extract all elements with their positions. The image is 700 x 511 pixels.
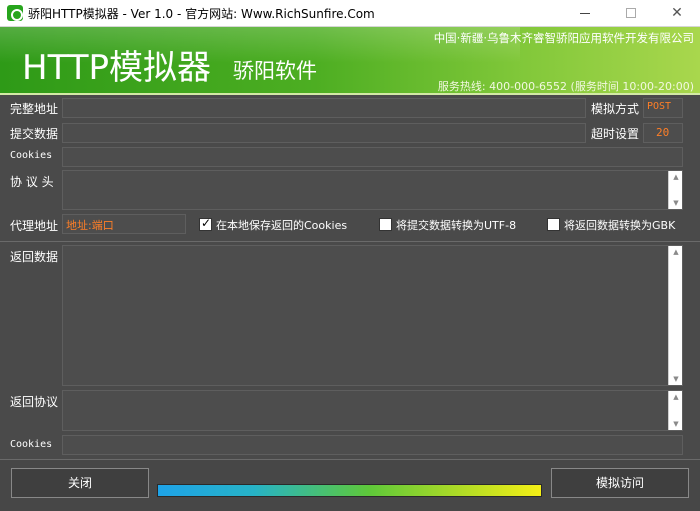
gbk-label[interactable]: 将返回数据转换为GBK [564,217,675,233]
cookies-input[interactable] [62,147,683,167]
banner-subtitle: 骄阳软件 [233,59,317,83]
headers-textarea[interactable] [62,170,683,210]
simulate-request-button[interactable]: 模拟访问 [551,468,689,498]
save-cookies-checkbox[interactable] [199,216,212,231]
response-cookies-label: Cookies [10,439,53,450]
scroll-up-icon[interactable]: ▲ [669,391,683,403]
response-cookies-input[interactable] [62,435,683,455]
response-headers-label: 返回协议 [10,395,59,409]
proxy-label: 代理地址 [10,219,59,233]
response-label: 返回数据 [10,250,59,264]
headers-scrollbar[interactable]: ▲ ▼ [668,171,682,209]
url-input[interactable] [62,98,586,118]
method-select[interactable]: POST [643,98,683,118]
app-icon [7,5,23,21]
utf8-checkbox[interactable] [379,218,392,231]
scroll-up-icon[interactable]: ▲ [669,246,683,258]
close-icon: ✕ [671,5,683,21]
close-button[interactable]: 关闭 [11,468,149,498]
response-headers-textarea[interactable] [62,390,683,431]
minimize-icon [580,12,590,14]
url-label: 完整地址 [10,102,59,116]
title-bar[interactable]: 骄阳HTTP模拟器 - Ver 1.0 - 官方网站: Www.RichSunf… [0,0,700,27]
maximize-button[interactable] [608,0,654,27]
scroll-down-icon[interactable]: ▼ [669,418,683,430]
response-textarea[interactable] [62,245,683,386]
maximize-icon [626,8,636,18]
utf8-label[interactable]: 将提交数据转换为UTF-8 [396,217,516,233]
company-name: 中国·新疆·乌鲁木齐睿智骄阳应用软件开发有限公司 [433,31,694,45]
headers-label: 协 议 头 [10,175,54,189]
save-cookies-label[interactable]: 在本地保存返回的Cookies [216,217,347,233]
scroll-down-icon[interactable]: ▼ [669,197,683,209]
method-label: 模拟方式 [591,102,640,116]
timeout-input[interactable]: 20 [643,123,683,143]
scroll-up-icon[interactable]: ▲ [669,171,683,183]
timeout-label: 超时设置 [591,127,640,141]
scroll-down-icon[interactable]: ▼ [669,373,683,385]
post-data-input[interactable] [62,123,586,143]
gbk-checkbox[interactable] [547,218,560,231]
minimize-button[interactable] [562,0,608,27]
response-headers-scrollbar[interactable]: ▲ ▼ [668,391,682,430]
service-hotline: 服务热线: 400-000-6552 (服务时间 10:00-20:00) [437,80,694,93]
close-window-button[interactable]: ✕ [654,0,700,27]
post-data-label: 提交数据 [10,127,59,141]
section-divider [0,241,700,242]
cookies-label: Cookies [10,150,53,161]
progress-bar [157,484,542,497]
window-title: 骄阳HTTP模拟器 - Ver 1.0 - 官方网站: Www.RichSunf… [28,7,375,21]
response-scrollbar[interactable]: ▲ ▼ [668,246,682,385]
banner: HTTP模拟器 骄阳软件 中国·新疆·乌鲁木齐睿智骄阳应用软件开发有限公司 服务… [0,27,700,95]
proxy-input[interactable]: 地址:端口 [62,214,186,234]
banner-title: HTTP模拟器 [22,48,212,88]
app-window: 骄阳HTTP模拟器 - Ver 1.0 - 官方网站: Www.RichSunf… [0,0,700,511]
